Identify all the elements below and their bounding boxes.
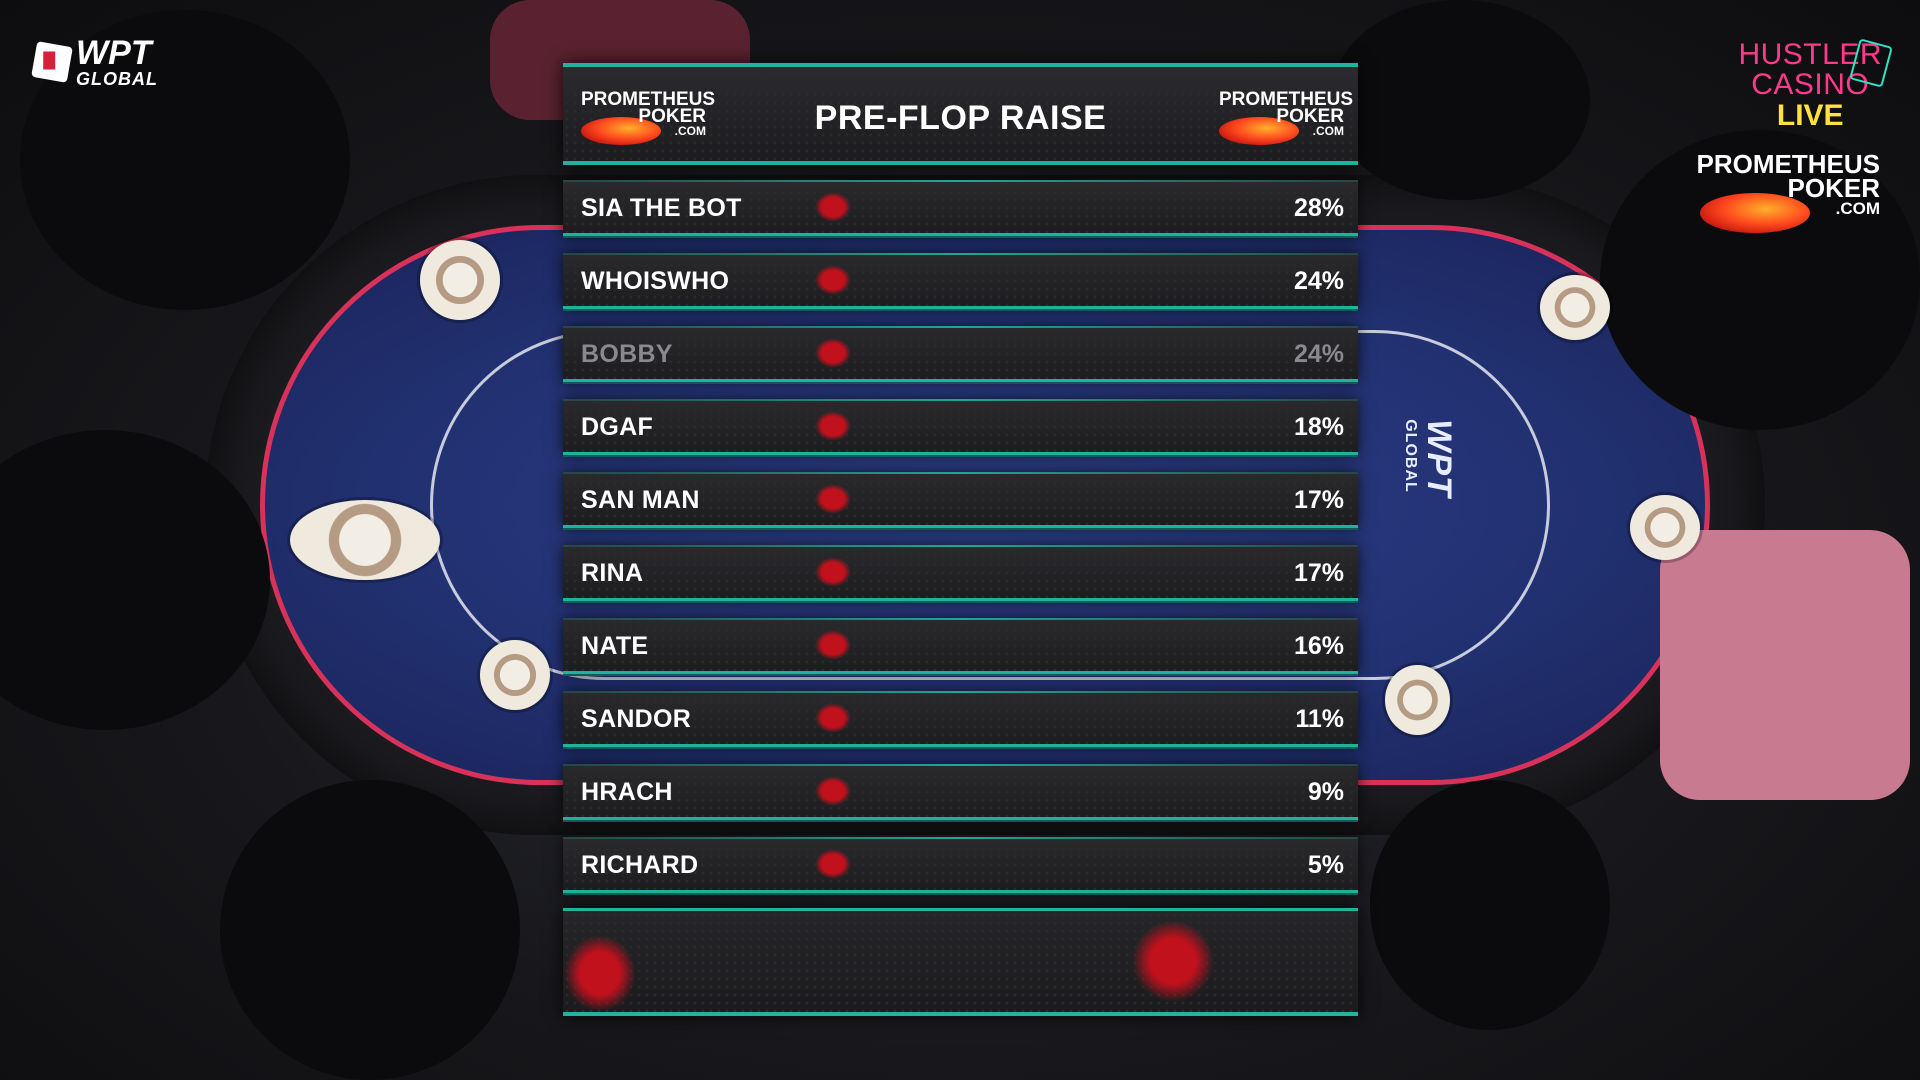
- wpt-diamond-icon: [31, 41, 73, 83]
- player-name: RICHARD: [581, 851, 699, 879]
- player-figure: [1330, 0, 1590, 200]
- player-row: RICHARD 5%: [563, 837, 1358, 893]
- hustler-casino-live-logo: HUSTLER CASINO LIVE: [1738, 38, 1893, 132]
- chip-stack: [1385, 665, 1450, 735]
- player-name: NATE: [581, 632, 649, 660]
- player-name: HRACH: [581, 778, 673, 806]
- player-row: SIA THE BOT 28%: [563, 180, 1358, 236]
- wpt-logo-line1: WPT: [76, 34, 152, 72]
- chip-stack: [290, 500, 440, 580]
- panel-footer: [563, 908, 1358, 1016]
- raise-percentage: 28%: [1293, 194, 1344, 222]
- raise-percentage: 16%: [1293, 632, 1344, 660]
- player-name: SANDOR: [581, 705, 692, 733]
- player-row: WHOISWHO 24%: [563, 253, 1358, 309]
- blood-splat-icon: [815, 703, 851, 733]
- raise-percentage: 9%: [1307, 778, 1344, 806]
- player-figure: [1370, 780, 1610, 1030]
- raise-percentage: 18%: [1293, 413, 1344, 441]
- chip-stack: [420, 240, 500, 320]
- blood-splat-icon: [815, 630, 851, 660]
- raise-percentage: 17%: [1293, 559, 1344, 587]
- raise-percentage: 11%: [1295, 705, 1344, 733]
- raise-percentage: 24%: [1293, 267, 1344, 295]
- raise-percentage: 24%: [1293, 340, 1344, 368]
- blood-splat-icon: [815, 484, 851, 514]
- raise-percentage: 17%: [1293, 486, 1344, 514]
- player-row: NATE 16%: [563, 618, 1358, 674]
- player-name: WHOISWHO: [581, 267, 730, 295]
- wpt-logo-line2: GLOBAL: [76, 69, 158, 89]
- blood-splat-icon: [815, 265, 851, 295]
- player-figure: [1660, 530, 1910, 800]
- prometheus-poker-logo: PROMETHEUS POKER .COM: [1219, 90, 1353, 145]
- wpt-global-logo: WPT GLOBAL: [31, 34, 158, 89]
- blood-splat-icon: [1133, 921, 1213, 1001]
- player-name: BOBBY: [581, 340, 673, 368]
- player-name: SAN MAN: [581, 486, 700, 514]
- player-row: SAN MAN 17%: [563, 472, 1358, 528]
- table-brand-logo: WPT GLOBAL: [1401, 419, 1458, 498]
- chip-stack: [480, 640, 550, 710]
- blood-splat-icon: [815, 192, 851, 222]
- chip-stack: [1630, 495, 1700, 560]
- player-row: DGAF 18%: [563, 399, 1358, 455]
- panel-header: PROMETHEUS POKER .COM PRE-FLOP RAISE PRO…: [563, 63, 1358, 165]
- player-row: SANDOR 11%: [563, 691, 1358, 747]
- blood-splat-icon: [815, 849, 851, 879]
- player-figure: [220, 780, 520, 1080]
- player-name: DGAF: [581, 413, 654, 441]
- chip-stack: [1540, 275, 1610, 340]
- blood-splat-icon: [815, 411, 851, 441]
- player-name: SIA THE BOT: [581, 194, 742, 222]
- player-row: RINA 17%: [563, 545, 1358, 601]
- player-row: HRACH 9%: [563, 764, 1358, 820]
- blood-splat-icon: [815, 776, 851, 806]
- blood-splat-icon: [815, 338, 851, 368]
- player-name: RINA: [581, 559, 644, 587]
- raise-percentage: 5%: [1307, 851, 1344, 879]
- prometheus-poker-logo: PROMETHEUS POKER .COM: [1680, 151, 1880, 233]
- blood-splat-icon: [565, 936, 635, 1011]
- blood-splat-icon: [815, 557, 851, 587]
- player-row: BOBBY 24%: [563, 326, 1358, 382]
